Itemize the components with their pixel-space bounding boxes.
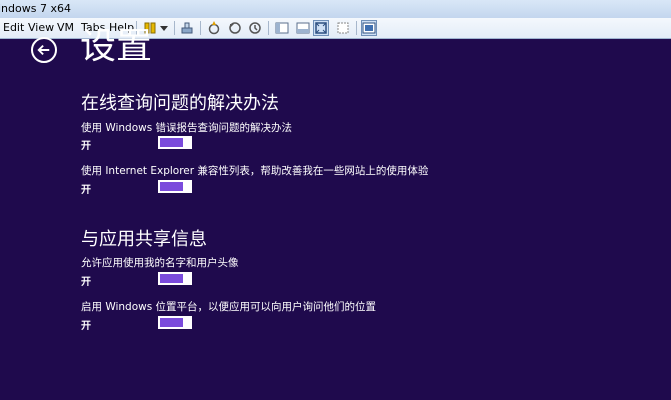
unity-icon[interactable] <box>335 20 351 36</box>
toggle-name-avatar[interactable] <box>158 272 192 285</box>
toggle-knob <box>183 316 190 329</box>
toolbar-separator <box>174 21 175 35</box>
toggle-fill <box>160 182 184 191</box>
dropdown-arrow-icon[interactable] <box>156 20 172 36</box>
thumbnail-bar-icon[interactable] <box>295 20 311 36</box>
menu-edit[interactable]: Edit <box>3 21 24 34</box>
setting-label-name-avatar: 允许应用使用我的名字和用户头像 <box>81 257 239 269</box>
window-title: indows 7 x64 <box>0 2 71 15</box>
toolbar-separator <box>268 21 269 35</box>
fullscreen-icon[interactable] <box>313 20 329 36</box>
toggle-state-label: 开 <box>81 141 91 152</box>
toggle-error-reporting[interactable] <box>158 136 192 149</box>
toggle-knob <box>183 180 190 193</box>
page-title: 设置 <box>80 26 153 67</box>
snapshot-revert-icon[interactable] <box>227 20 243 36</box>
window-title-bar[interactable]: indows 7 x64 <box>0 0 671 18</box>
toggle-fill <box>160 274 184 283</box>
console-view-icon[interactable] <box>361 20 377 36</box>
network-icon[interactable] <box>179 20 195 36</box>
snapshot-take-icon[interactable] <box>206 20 222 36</box>
toggle-location[interactable] <box>158 316 192 329</box>
menu-view[interactable]: View <box>28 21 54 34</box>
back-arrow-icon[interactable] <box>31 37 57 63</box>
toggle-fill <box>160 318 184 327</box>
toggle-state-label: 开 <box>81 321 91 332</box>
toggle-fill <box>160 138 184 147</box>
settings-panel: 设置 在线查询问题的解决办法 使用 Windows 错误报告查询问题的解决办法 … <box>0 26 671 400</box>
toggle-ie-compat[interactable] <box>158 180 192 193</box>
section-title-online-help: 在线查询问题的解决办法 <box>81 93 279 114</box>
toggle-knob <box>183 272 190 285</box>
setting-label-ie-compat: 使用 Internet Explorer 兼容性列表，帮助改善我在一些网站上的使… <box>81 165 429 177</box>
toolbar-separator <box>200 21 201 35</box>
sidebar-toggle-icon[interactable] <box>274 20 290 36</box>
section-title-share-info: 与应用共享信息 <box>81 229 207 250</box>
snapshot-manager-icon[interactable] <box>247 20 263 36</box>
toggle-state-label: 开 <box>81 185 91 196</box>
toggle-state-label: 开 <box>81 277 91 288</box>
setting-label-location: 启用 Windows 位置平台，以便应用可以向用户询问他们的位置 <box>81 301 377 313</box>
toggle-knob <box>183 136 190 149</box>
menu-vm[interactable]: VM <box>57 21 74 34</box>
toolbar-separator <box>356 21 357 35</box>
setting-label-error-reporting: 使用 Windows 错误报告查询问题的解决办法 <box>81 122 293 134</box>
